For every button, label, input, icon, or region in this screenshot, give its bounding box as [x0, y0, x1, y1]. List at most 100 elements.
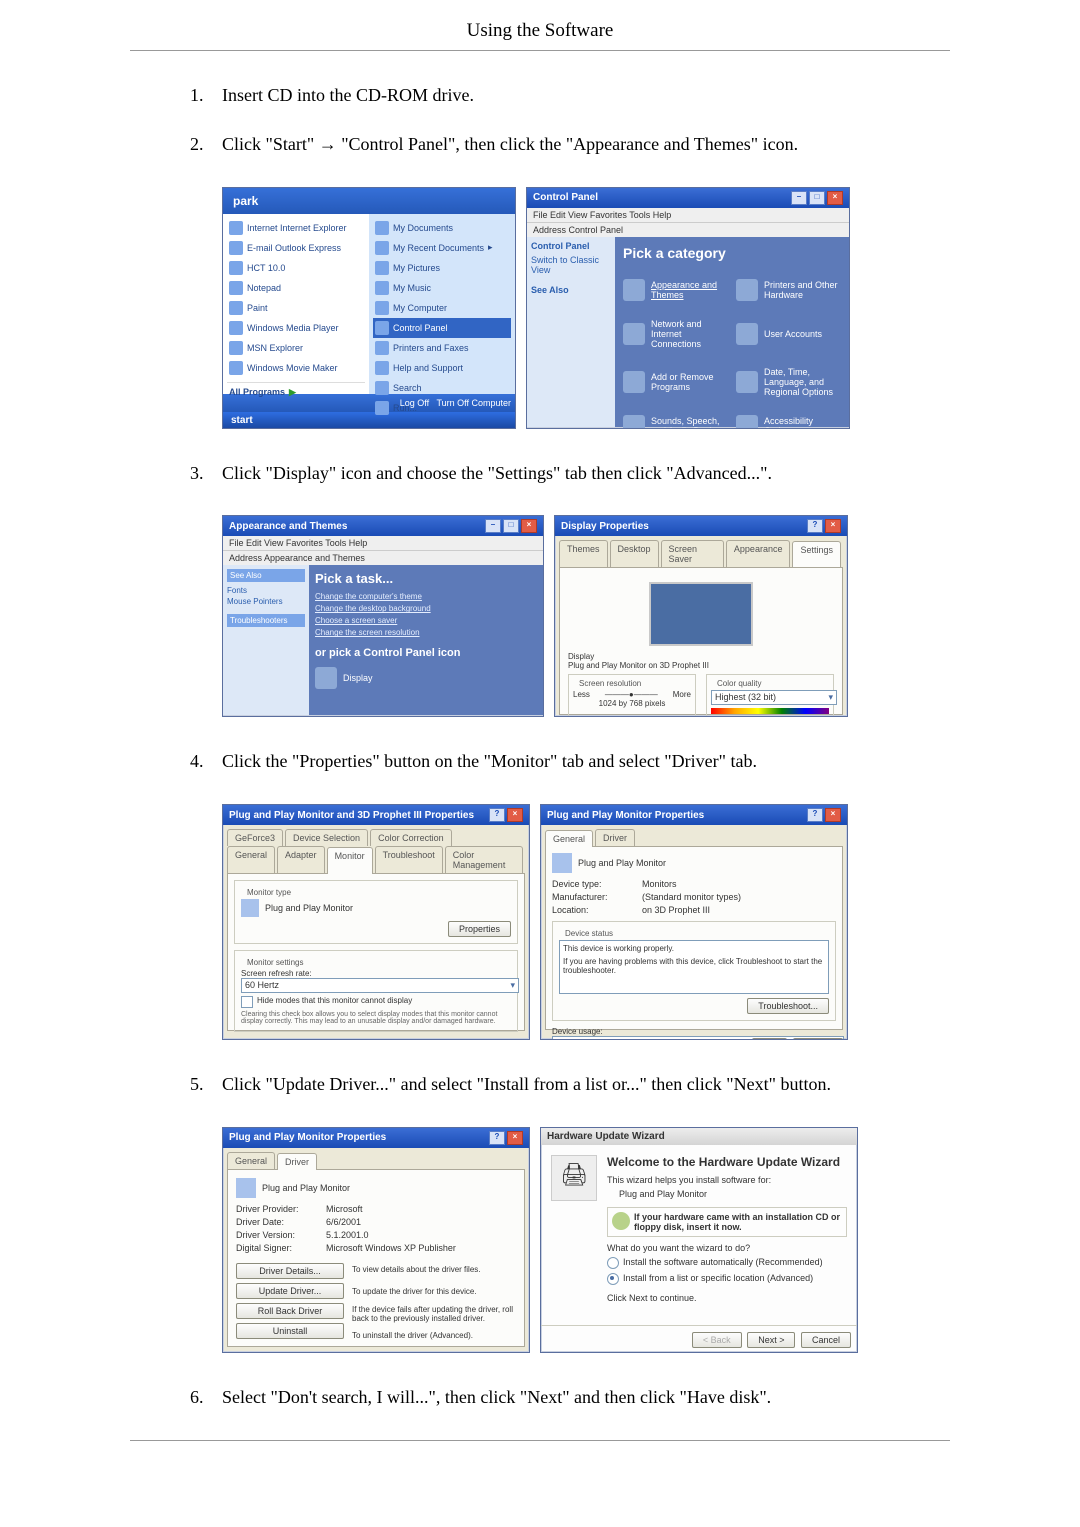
- close-icon[interactable]: ×: [521, 519, 537, 533]
- pnp-monitor-properties-screenshot: Plug and Play Monitor Properties ? × Gen…: [540, 804, 848, 1040]
- start-item-wmp[interactable]: Windows Media Player: [227, 318, 365, 338]
- tab-deviceselection[interactable]: Device Selection: [285, 829, 368, 846]
- maximize-icon[interactable]: □: [503, 519, 519, 533]
- cancel-button[interactable]: Cancel: [425, 1039, 475, 1040]
- rollback-driver-button[interactable]: Roll Back Driver: [236, 1303, 344, 1319]
- tab-driver[interactable]: Driver: [277, 1153, 317, 1170]
- category-accessibility[interactable]: Accessibility Options: [736, 415, 841, 429]
- tab-general[interactable]: General: [227, 846, 275, 873]
- start-item-pictures[interactable]: My Pictures: [373, 258, 511, 278]
- category-datetime[interactable]: Date, Time, Language, and Regional Optio…: [736, 367, 841, 397]
- help-icon[interactable]: ?: [489, 808, 505, 822]
- ok-button[interactable]: OK: [384, 1039, 419, 1040]
- tab-appearance[interactable]: Appearance: [726, 540, 791, 567]
- next-button[interactable]: Next >: [747, 1332, 795, 1348]
- start-item-printers[interactable]: Printers and Faxes: [373, 338, 511, 358]
- start-item-notepad[interactable]: Notepad: [227, 278, 365, 298]
- monitor-name: Plug and Play Monitor: [265, 903, 353, 913]
- left-link[interactable]: Fonts: [227, 586, 305, 595]
- help-icon[interactable]: ?: [807, 519, 823, 533]
- hide-modes-checkbox[interactable]: [241, 996, 253, 1008]
- category-users[interactable]: User Accounts: [736, 319, 841, 349]
- cancel-button[interactable]: Cancel: [801, 1332, 851, 1348]
- close-icon[interactable]: ×: [825, 519, 841, 533]
- category-printers[interactable]: Printers and Other Hardware: [736, 279, 841, 301]
- minimize-icon[interactable]: –: [791, 191, 807, 205]
- task-theme[interactable]: Change the computer's theme: [315, 592, 537, 601]
- tab-adapter[interactable]: Adapter: [277, 846, 325, 873]
- driver-details-button[interactable]: Driver Details...: [236, 1263, 344, 1279]
- tab-colormanagement[interactable]: Color Management: [445, 846, 523, 873]
- refresh-rate-select[interactable]: 60 Hertz▾: [241, 978, 519, 993]
- step-2-text: Click "Start" → "Control Panel", then cl…: [222, 130, 950, 159]
- tab-geforce3[interactable]: GeForce3: [227, 829, 283, 846]
- tab-screensaver[interactable]: Screen Saver: [661, 540, 724, 567]
- switch-view-link[interactable]: Switch to Classic View: [531, 255, 611, 275]
- radio-list[interactable]: [607, 1273, 619, 1285]
- start-all-programs[interactable]: All Programs ▶: [227, 382, 365, 401]
- help-icon[interactable]: ?: [807, 808, 823, 822]
- task-background[interactable]: Change the desktop background: [315, 604, 537, 613]
- close-icon[interactable]: ×: [825, 808, 841, 822]
- tab-general[interactable]: General: [545, 830, 593, 847]
- start-item-music[interactable]: My Music: [373, 278, 511, 298]
- task-resolution[interactable]: Change the screen resolution: [315, 628, 537, 637]
- step-4-num: 4.: [190, 747, 222, 776]
- tab-troubleshoot[interactable]: Troubleshoot: [375, 846, 443, 873]
- start-item-controlpanel[interactable]: Control Panel: [373, 318, 511, 338]
- category-network[interactable]: Network and Internet Connections: [623, 319, 728, 349]
- folder-icon: [375, 261, 389, 275]
- color-quality-select[interactable]: Highest (32 bit)▾: [711, 690, 837, 705]
- wizard-heading: Welcome to the Hardware Update Wizard: [607, 1155, 847, 1169]
- turnoff-button[interactable]: Turn Off Computer: [436, 398, 511, 408]
- tab-settings[interactable]: Settings: [792, 541, 841, 568]
- tab-desktop[interactable]: Desktop: [610, 540, 659, 567]
- logoff-button[interactable]: Log Off: [400, 398, 429, 408]
- window-title: Plug and Play Monitor and 3D Prophet III…: [229, 810, 474, 821]
- maximize-icon[interactable]: □: [809, 191, 825, 205]
- tab-driver[interactable]: Driver: [595, 829, 635, 846]
- start-item-internet[interactable]: Internet Internet Explorer: [227, 218, 365, 238]
- update-driver-button[interactable]: Update Driver...: [236, 1283, 344, 1299]
- category-addremove[interactable]: Add or Remove Programs: [623, 367, 728, 397]
- minimize-icon[interactable]: –: [485, 519, 501, 533]
- start-item-hct[interactable]: HCT 10.0: [227, 258, 365, 278]
- start-item-msn[interactable]: MSN Explorer: [227, 338, 365, 358]
- close-icon[interactable]: ×: [507, 1131, 523, 1145]
- start-item-mydocs[interactable]: My Documents: [373, 218, 511, 238]
- category-appearance-themes[interactable]: Appearance and Themes: [623, 279, 728, 301]
- uninstall-button[interactable]: Uninstall: [236, 1323, 344, 1339]
- cancel-button[interactable]: Cancel: [793, 1038, 843, 1040]
- start-item-mycomputer[interactable]: My Computer: [373, 298, 511, 318]
- tab-monitor[interactable]: Monitor: [327, 847, 373, 874]
- address-bar[interactable]: Address Appearance and Themes: [223, 550, 543, 565]
- start-item-moviemaker[interactable]: Windows Movie Maker: [227, 358, 365, 378]
- slider[interactable]: ———●———: [605, 690, 658, 699]
- menu-bar[interactable]: File Edit View Favorites Tools Help: [223, 536, 543, 550]
- tab-colorcorrection[interactable]: Color Correction: [370, 829, 452, 846]
- menu-bar[interactable]: File Edit View Favorites Tools Help: [527, 208, 849, 222]
- category-sounds[interactable]: Sounds, Speech, and Audio Devices: [623, 415, 728, 429]
- left-link[interactable]: Mouse Pointers: [227, 597, 305, 606]
- task-screensaver[interactable]: Choose a screen saver: [315, 616, 537, 625]
- close-icon[interactable]: ×: [827, 191, 843, 205]
- troubleshoot-button[interactable]: Troubleshoot...: [747, 998, 829, 1014]
- tab-general[interactable]: General: [227, 1152, 275, 1169]
- wizard-icon: [551, 1155, 597, 1201]
- ok-button[interactable]: OK: [752, 1038, 787, 1040]
- start-item-paint[interactable]: Paint: [227, 298, 365, 318]
- start-item-help[interactable]: Help and Support: [373, 358, 511, 378]
- address-bar[interactable]: Address Control Panel: [527, 222, 849, 237]
- icon-display[interactable]: Display: [315, 667, 537, 689]
- start-item-recent[interactable]: My Recent Documents ▸: [373, 238, 511, 258]
- start-item-search[interactable]: Search: [373, 378, 511, 398]
- properties-button[interactable]: Properties: [448, 921, 511, 937]
- start-item-email[interactable]: E-mail Outlook Express: [227, 238, 365, 258]
- radio-auto[interactable]: [607, 1257, 619, 1269]
- step-3-num: 3.: [190, 459, 222, 488]
- close-icon[interactable]: ×: [507, 808, 523, 822]
- tab-themes[interactable]: Themes: [559, 540, 608, 567]
- or-pick-icon-heading: or pick a Control Panel icon: [315, 647, 537, 659]
- color-quality-label: Color quality: [714, 679, 764, 688]
- help-icon[interactable]: ?: [489, 1131, 505, 1145]
